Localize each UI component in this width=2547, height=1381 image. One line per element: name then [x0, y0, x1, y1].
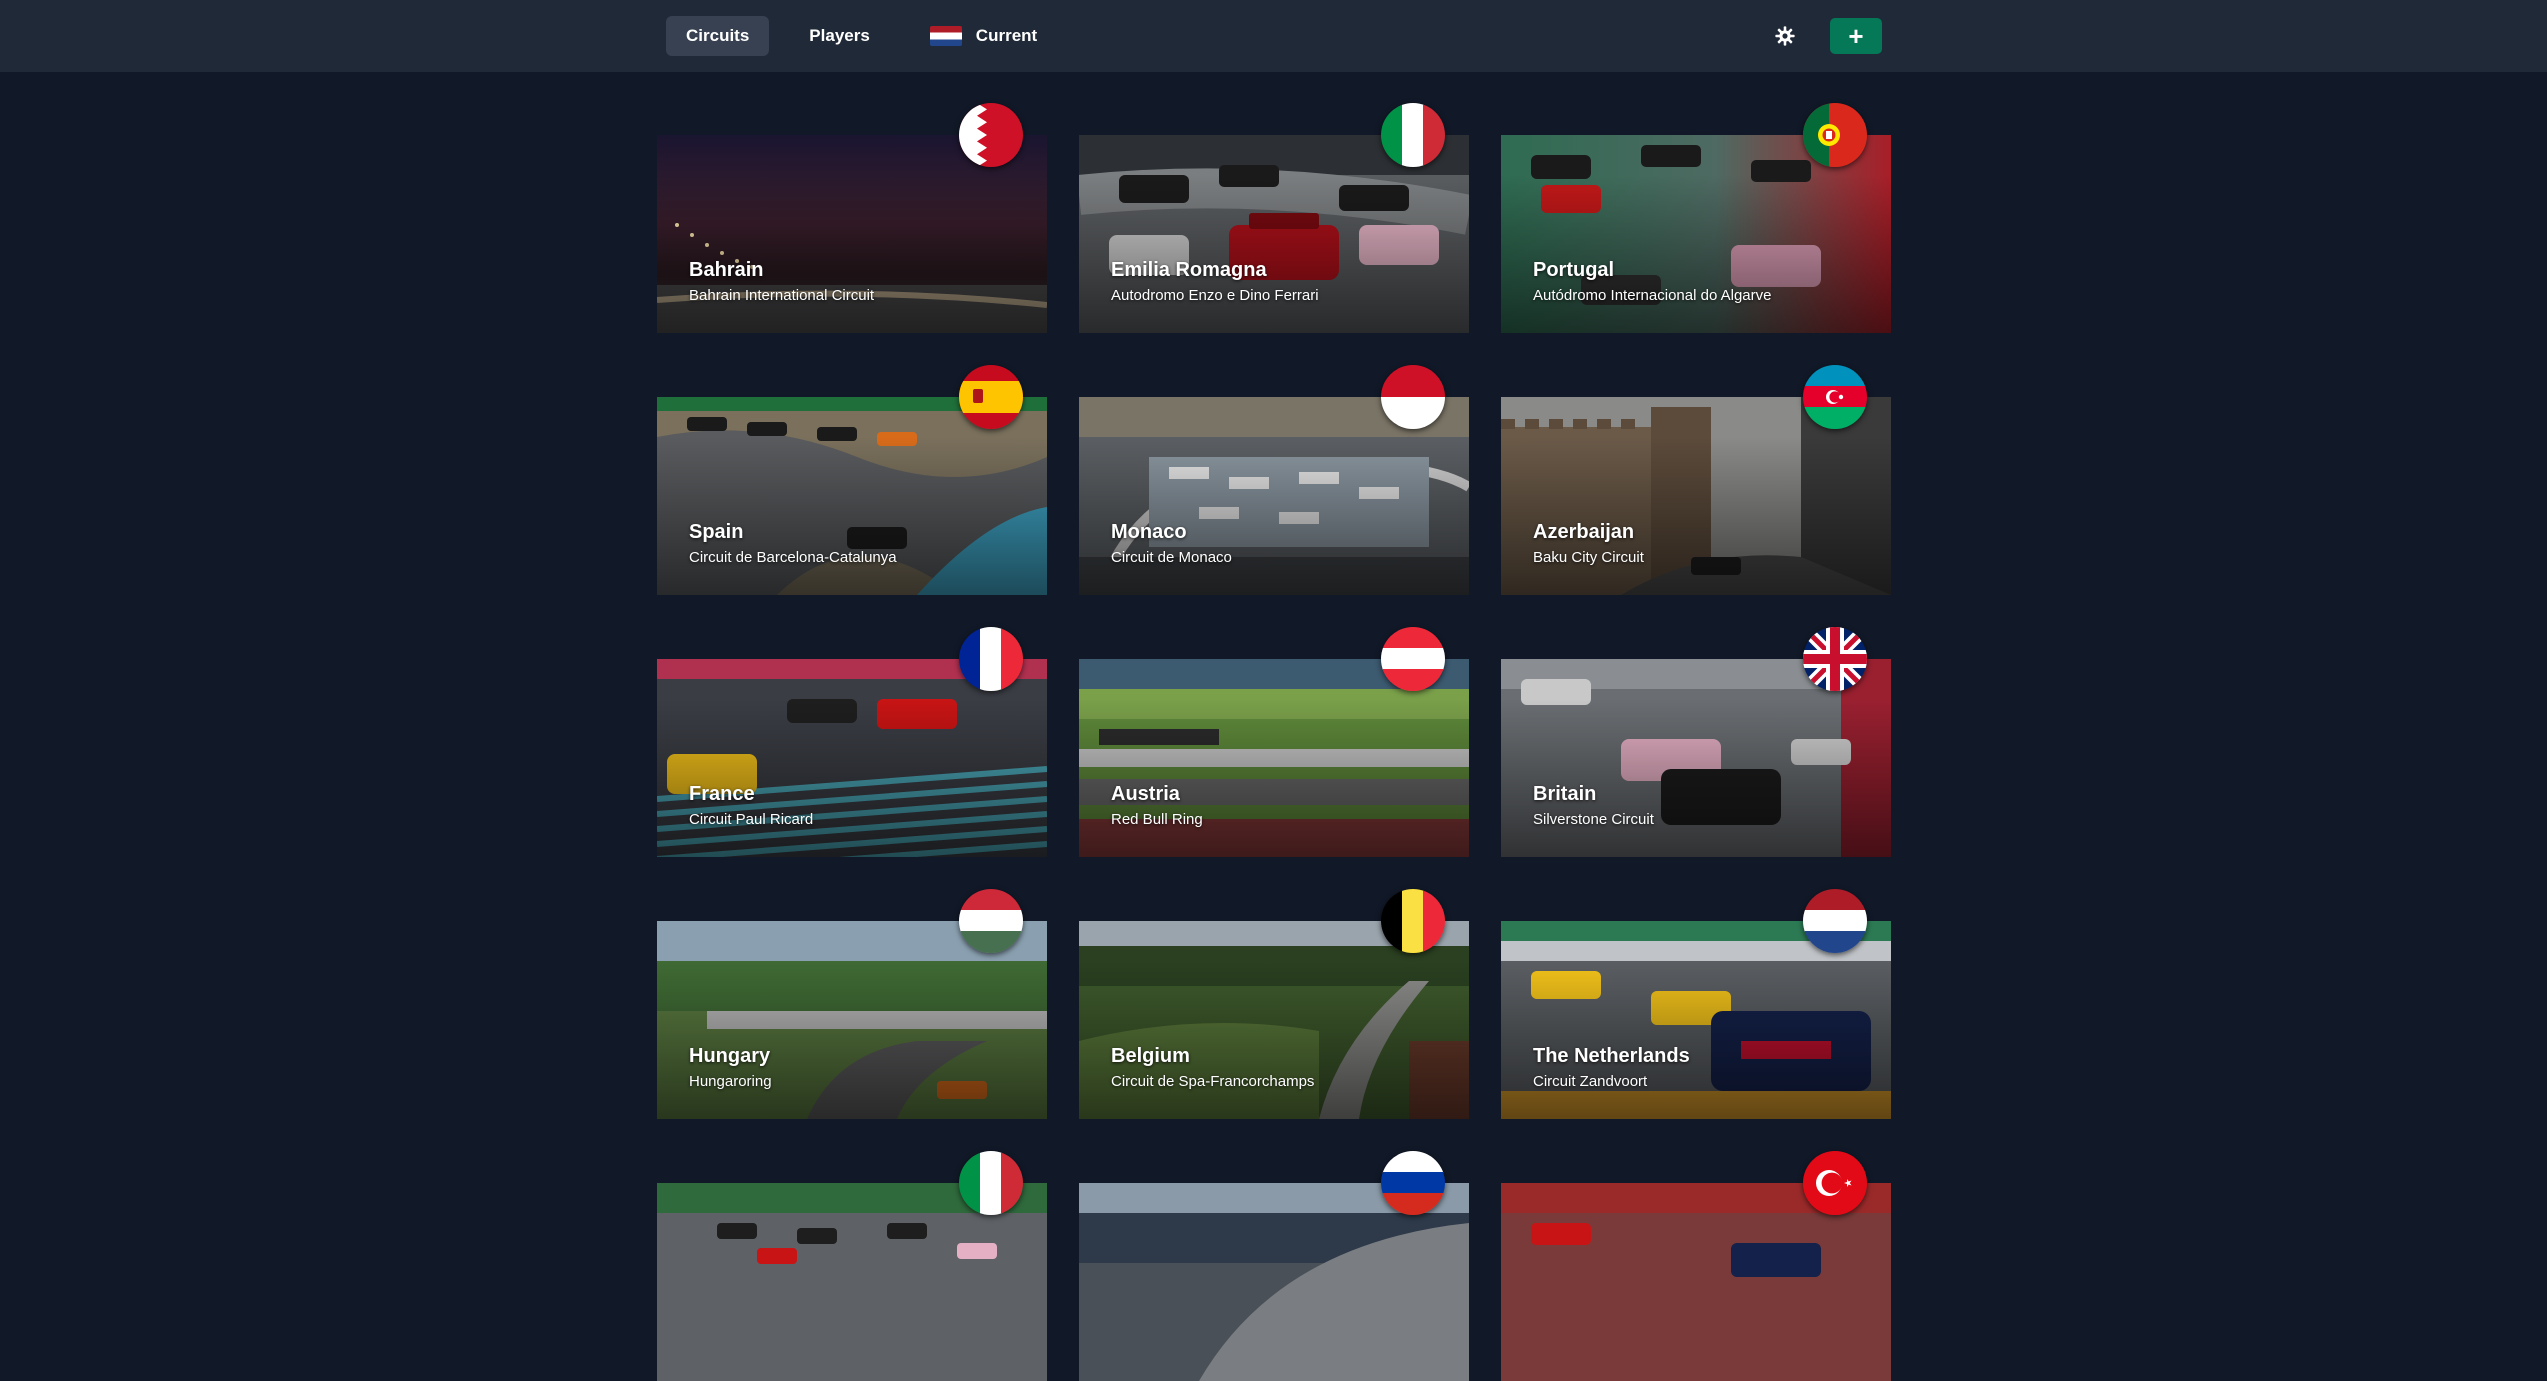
tab-circuits[interactable]: Circuits [666, 16, 770, 56]
circuit-full-name: Baku City Circuit [1533, 549, 1644, 566]
circuit-card-portugal[interactable]: Portugal Autódromo Internacional do Alga… [1501, 103, 1891, 333]
circuit-card-austria[interactable]: Austria Red Bull Ring [1079, 627, 1469, 857]
tab-circuits-label: Circuits [686, 26, 750, 45]
top-navbar: Circuits Players Current + [0, 0, 2547, 72]
hungary-flag-icon [959, 889, 1023, 953]
italy-flag-icon [1381, 103, 1445, 167]
circuit-name: Monaco [1111, 521, 1187, 543]
circuit-card-belgium[interactable]: Belgium Circuit de Spa-Francorchamps [1079, 889, 1469, 1119]
circuit-card-france[interactable]: France Circuit Paul Ricard [657, 627, 1047, 857]
circuit-card-russia[interactable] [1079, 1151, 1469, 1381]
circuit-name: The Netherlands [1533, 1045, 1690, 1067]
tab-current-label: Current [975, 26, 1038, 45]
circuit-card-hungary[interactable]: Hungary Hungaroring [657, 889, 1047, 1119]
tab-current[interactable]: Current [910, 16, 1057, 56]
circuit-card-britain[interactable]: Britain Silverstone Circuit [1501, 627, 1891, 857]
circuit-card-the-netherlands[interactable]: The Netherlands Circuit Zandvoort [1501, 889, 1891, 1119]
add-button-label: + [1848, 21, 1864, 51]
portugal-flag-icon [1803, 103, 1867, 167]
circuit-name: Bahrain [689, 259, 764, 281]
monaco-flag-icon [1381, 365, 1445, 429]
circuits-grid: Bahrain Bahrain International Circuit Em… [657, 103, 1891, 1381]
circuit-full-name: Hungaroring [689, 1073, 772, 1090]
circuit-card-monaco[interactable]: Monaco Circuit de Monaco [1079, 365, 1469, 595]
circuit-full-name: Circuit Zandvoort [1533, 1073, 1648, 1090]
circuit-card-emilia-romagna[interactable]: Emilia Romagna Autodromo Enzo e Dino Fer… [1079, 103, 1469, 333]
circuit-full-name: Circuit de Spa-Francorchamps [1111, 1073, 1315, 1090]
circuit-name: Britain [1533, 783, 1597, 805]
circuit-full-name: Circuit Paul Ricard [689, 811, 814, 828]
circuit-name: Emilia Romagna [1111, 259, 1267, 281]
tab-players[interactable]: Players [789, 16, 890, 56]
netherlands-flag-icon [1803, 889, 1867, 953]
circuit-name: Portugal [1533, 259, 1615, 281]
circuit-full-name: Autodromo Enzo e Dino Ferrari [1111, 287, 1319, 304]
circuit-full-name: Circuit de Barcelona-Catalunya [689, 549, 897, 566]
circuit-card-italy[interactable] [657, 1151, 1047, 1381]
circuit-name: France [689, 783, 755, 805]
nav-tabs: Circuits Players Current [666, 16, 1057, 56]
circuit-card-azerbaijan[interactable]: Azerbaijan Baku City Circuit [1501, 365, 1891, 595]
italy-flag-icon [959, 1151, 1023, 1215]
france-flag-icon [959, 627, 1023, 691]
settings-button[interactable] [1772, 23, 1798, 49]
circuit-full-name: Red Bull Ring [1111, 811, 1203, 828]
uk-flag-icon [1803, 627, 1867, 691]
gear-icon [1775, 26, 1795, 46]
bahrain-flag-icon [959, 103, 1023, 167]
circuit-card-bahrain[interactable]: Bahrain Bahrain International Circuit [657, 103, 1047, 333]
turkey-flag-icon [1803, 1151, 1867, 1215]
circuit-card-spain[interactable]: Spain Circuit de Barcelona-Catalunya [657, 365, 1047, 595]
circuit-full-name: Autódromo Internacional do Algarve [1533, 287, 1772, 304]
add-button[interactable]: + [1830, 18, 1882, 54]
circuit-card-turkey[interactable] [1501, 1151, 1891, 1381]
circuit-full-name: Silverstone Circuit [1533, 811, 1654, 828]
circuit-full-name: Circuit de Monaco [1111, 549, 1232, 566]
russia-flag-icon [1381, 1151, 1445, 1215]
austria-flag-icon [1381, 627, 1445, 691]
circuit-full-name: Bahrain International Circuit [689, 287, 875, 304]
circuit-name: Hungary [689, 1045, 771, 1067]
circuit-name: Belgium [1111, 1045, 1190, 1067]
spain-flag-icon [959, 365, 1023, 429]
belgium-flag-icon [1381, 889, 1445, 953]
circuit-name: Spain [689, 521, 744, 543]
circuit-name: Austria [1111, 783, 1180, 805]
tab-players-label: Players [809, 26, 870, 45]
azerbaijan-flag-icon [1803, 365, 1867, 429]
circuit-name: Azerbaijan [1533, 521, 1635, 543]
netherlands-flag-icon [929, 26, 962, 46]
